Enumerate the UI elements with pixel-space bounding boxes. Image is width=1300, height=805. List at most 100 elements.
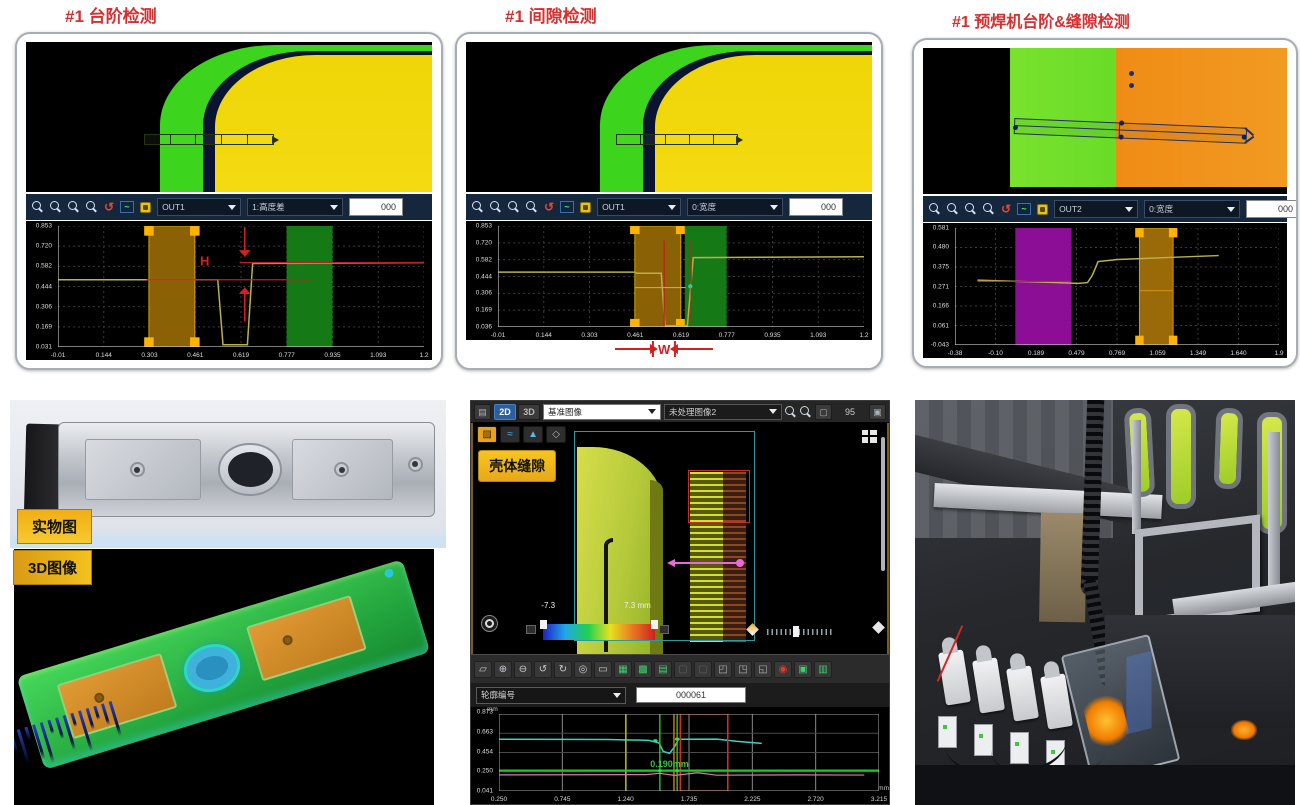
tool-icon[interactable]: ▦ xyxy=(614,661,632,678)
unit-label: mm xyxy=(487,706,498,713)
y-tick-label: 0.444 xyxy=(36,283,52,290)
tool-icon[interactable]: ▱ xyxy=(474,661,492,678)
zoom-area-icon[interactable] xyxy=(965,203,977,215)
tool-icon[interactable]: ◎ xyxy=(574,661,592,678)
x-tick-label: 1.640 xyxy=(1230,350,1246,357)
tool-icon[interactable]: ◳ xyxy=(734,661,752,678)
profile-wave-icon[interactable]: ~ xyxy=(1017,203,1031,215)
gap-annotation-label: W xyxy=(658,342,670,357)
zoom-out-icon[interactable] xyxy=(800,406,812,418)
x-tick-label: 0.461 xyxy=(187,352,203,359)
tab-2d[interactable]: 2D xyxy=(494,404,516,420)
tool-icon[interactable]: ▣ xyxy=(794,661,812,678)
menu-icon[interactable]: ▤ xyxy=(474,404,491,420)
measure-item-select[interactable]: 0:宽度 xyxy=(687,198,783,216)
profile-number-select[interactable]: 轮廓编号 xyxy=(476,687,626,704)
output-select[interactable]: OUT1 xyxy=(597,198,681,216)
view-tool-icon[interactable]: ≈ xyxy=(500,426,520,443)
view-tabs: 2D3D xyxy=(494,404,540,420)
tool-icon[interactable]: ▥ xyxy=(814,661,832,678)
measurement-box[interactable] xyxy=(144,134,274,145)
zoom-out-icon[interactable] xyxy=(50,201,62,213)
user-icon[interactable]: ▣ xyxy=(869,404,886,420)
settings-icon[interactable] xyxy=(140,202,151,213)
tool-icon[interactable]: ↺ xyxy=(534,661,552,678)
refresh-icon[interactable]: ↺ xyxy=(1001,203,1011,215)
zoom-area-icon[interactable] xyxy=(68,201,80,213)
machine-post xyxy=(1268,432,1279,602)
profile-wave-icon[interactable]: ~ xyxy=(560,201,574,213)
y-tick-label: 0.061 xyxy=(933,322,949,329)
tool-icon[interactable]: ◱ xyxy=(754,661,772,678)
x-tick-label: -0.10 xyxy=(988,350,1003,357)
position-slider[interactable] xyxy=(767,629,833,635)
tool-icon[interactable]: ⊕ xyxy=(494,661,512,678)
tool-icon[interactable]: ▢ xyxy=(674,661,692,678)
inspector-toolbar: ▱⊕⊖↺↻◎▭▦▩▤▢▢◰◳◱◉▣▥ xyxy=(471,654,889,683)
colorbar-right-icon[interactable] xyxy=(659,625,669,634)
view-tool-icon[interactable]: ▨ xyxy=(477,426,497,443)
y-tick-label: 0.582 xyxy=(36,263,52,270)
view-tools: ▨≈▲◇ xyxy=(477,426,566,443)
output-select[interactable]: OUT2 xyxy=(1054,200,1138,218)
tool-icon[interactable]: ⊖ xyxy=(514,661,532,678)
zoom-out-icon[interactable] xyxy=(490,201,502,213)
y-tick-label: 0.166 xyxy=(933,302,949,309)
zoom-in-icon[interactable] xyxy=(785,406,797,418)
y-tick-label: 0.720 xyxy=(476,239,492,246)
tolerance-value-field[interactable]: 000 xyxy=(1246,200,1298,218)
x-tick-label: 1.349 xyxy=(1190,350,1206,357)
tool-icon[interactable]: ◉ xyxy=(774,661,792,678)
tool-icon[interactable]: ◰ xyxy=(714,661,732,678)
zoom-area-icon[interactable] xyxy=(508,201,520,213)
profile-number-field[interactable]: 000061 xyxy=(636,687,746,703)
tool-icon[interactable]: ▤ xyxy=(654,661,672,678)
y-tick-label: 0.036 xyxy=(476,324,492,331)
zoom-in-icon[interactable] xyxy=(32,201,44,213)
x-tick-label: 0.461 xyxy=(627,332,643,339)
settings-icon[interactable] xyxy=(580,202,591,213)
scale-max-label: 7.3 mm xyxy=(624,601,651,610)
heightmap-image xyxy=(26,42,432,192)
tolerance-value-field[interactable]: 000 xyxy=(789,198,843,216)
y-tick-label: -0.043 xyxy=(931,342,949,349)
tolerance-value-field[interactable]: 000 xyxy=(349,198,403,216)
zoom-fit-icon[interactable] xyxy=(983,203,995,215)
tab-3d[interactable]: 3D xyxy=(518,404,540,420)
gap-detection-panel: #1 间隙检测 ↺ ~ OUT1 0:宽度 000 0.8530.7200.58… xyxy=(455,6,883,370)
zoom-in-icon[interactable] xyxy=(472,201,484,213)
roi-rectangle[interactable] xyxy=(574,431,754,641)
tool-icon[interactable]: ▩ xyxy=(634,661,652,678)
x-tick-label: 0.144 xyxy=(96,352,112,359)
output-select[interactable]: OUT1 xyxy=(157,198,241,216)
image-source-select[interactable]: 基准图像 xyxy=(543,404,661,420)
fullscreen-icon[interactable] xyxy=(862,430,877,443)
colorbar-left-icon[interactable] xyxy=(526,625,536,634)
view-tool-icon[interactable]: ◇ xyxy=(546,426,566,443)
x-tick-label: 1.093 xyxy=(370,352,386,359)
tool-icon[interactable]: ▭ xyxy=(594,661,612,678)
profile-wave-icon[interactable]: ~ xyxy=(120,201,134,213)
y-tick-label: 0.306 xyxy=(36,303,52,310)
zoom-in-icon[interactable] xyxy=(929,203,941,215)
measure-item-select[interactable]: 1:高度差 xyxy=(247,198,343,216)
tool-icon[interactable]: ↻ xyxy=(554,661,572,678)
fit-view-icon[interactable]: ▢ xyxy=(815,404,832,420)
settings-icon[interactable] xyxy=(1037,204,1048,215)
height-colorbar[interactable] xyxy=(543,624,655,640)
measurement-box[interactable] xyxy=(616,134,738,145)
slider-diamond-icon[interactable] xyxy=(872,621,885,634)
target-button[interactable] xyxy=(481,615,498,632)
zoom-fit-icon[interactable] xyxy=(526,201,538,213)
tool-icon[interactable]: ▢ xyxy=(694,661,712,678)
scale-min-label: -7.3 xyxy=(541,601,555,610)
measure-item-select[interactable]: 0:宽度 xyxy=(1144,200,1240,218)
refresh-icon[interactable]: ↺ xyxy=(544,201,554,213)
zoom-out-icon[interactable] xyxy=(947,203,959,215)
zoom-fit-icon[interactable] xyxy=(86,201,98,213)
refresh-icon[interactable]: ↺ xyxy=(104,201,114,213)
scrollbar[interactable] xyxy=(881,437,885,571)
image-filter-select[interactable]: 未处理图像2 xyxy=(664,404,782,420)
view-tool-icon[interactable]: ▲ xyxy=(523,426,543,443)
machine-photo xyxy=(915,400,1295,805)
